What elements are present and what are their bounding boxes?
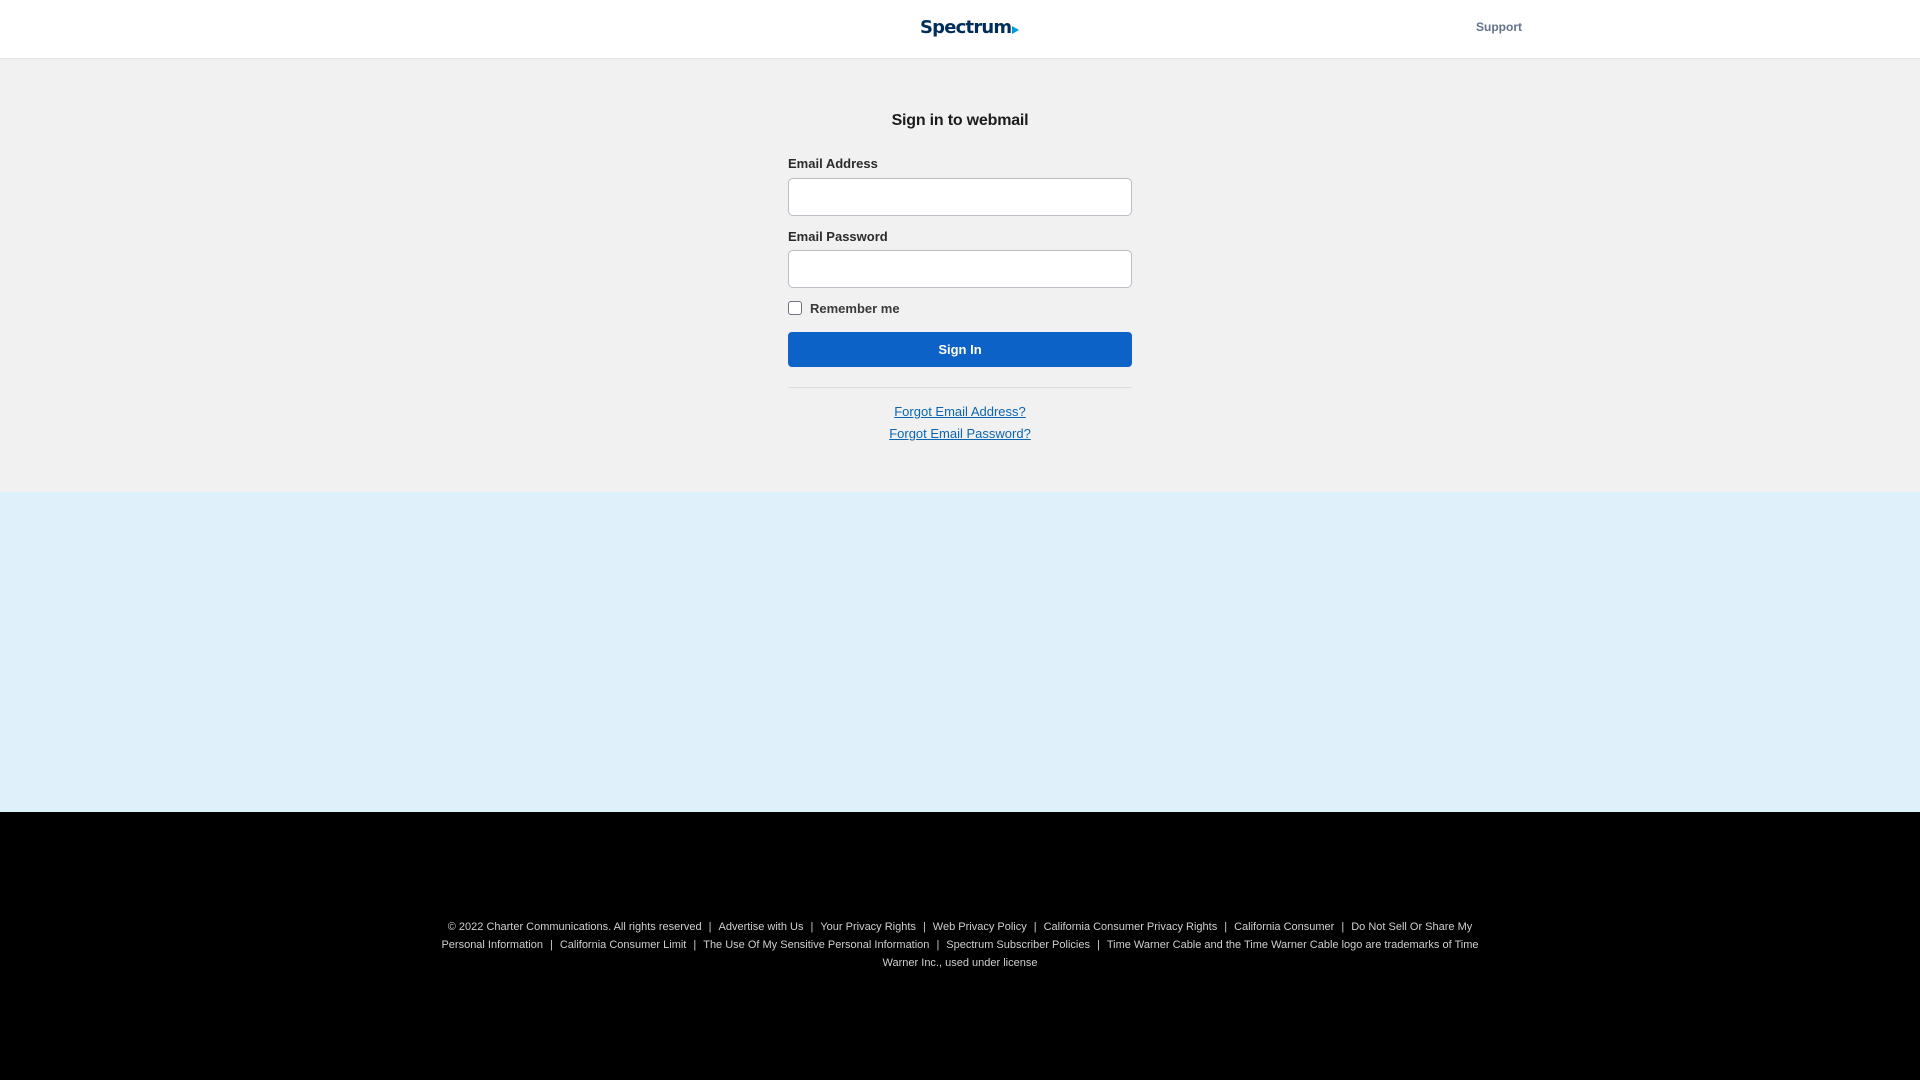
forgot-password-link[interactable]: Forgot Email Password? xyxy=(788,426,1132,441)
copyright-text: © 2022 Charter Communications. All right… xyxy=(447,921,702,933)
footer-legal: © 2022 Charter Communications. All right… xyxy=(428,918,1492,972)
promo-banner xyxy=(0,492,1920,812)
site-header: Spectrum Support xyxy=(0,0,1920,59)
separator: | xyxy=(1033,921,1037,933)
footer-link-sensitive-info[interactable]: The Use Of My Sensitive Personal Informa… xyxy=(703,939,929,951)
remember-me-row: Remember me xyxy=(788,299,900,317)
footer-link-advertise[interactable]: Advertise with Us xyxy=(719,921,804,933)
spectrum-logo[interactable]: Spectrum xyxy=(920,15,1020,39)
separator: | xyxy=(810,921,814,933)
password-label: Email Password xyxy=(788,229,888,244)
footer-link-subscriber-policies[interactable]: Spectrum Subscriber Policies xyxy=(946,939,1090,951)
remember-me-checkbox[interactable] xyxy=(788,301,802,315)
footer-link-ca-privacy-rights[interactable]: California Consumer Privacy Rights xyxy=(1044,921,1218,933)
separator: | xyxy=(708,921,712,933)
sign-in-button[interactable]: Sign In xyxy=(788,332,1132,367)
footer-link-web-privacy[interactable]: Web Privacy Policy xyxy=(933,921,1027,933)
separator: | xyxy=(1224,921,1228,933)
divider xyxy=(788,387,1132,388)
separator: | xyxy=(922,921,926,933)
email-input[interactable] xyxy=(788,178,1132,216)
footer-link-privacy-rights[interactable]: Your Privacy Rights xyxy=(820,921,916,933)
footer-link-ca-consumer[interactable]: California Consumer xyxy=(1234,921,1334,933)
forgot-email-link[interactable]: Forgot Email Address? xyxy=(788,404,1132,419)
separator: | xyxy=(1341,921,1345,933)
separator: | xyxy=(1096,939,1100,951)
page-title: Sign in to webmail xyxy=(891,112,1029,129)
footer-link-ca-consumer-limit[interactable]: California Consumer Limit xyxy=(560,939,687,951)
password-input[interactable] xyxy=(788,250,1132,288)
site-footer: © 2022 Charter Communications. All right… xyxy=(0,812,1920,1080)
logo-arrow-icon xyxy=(1012,25,1020,34)
email-label: Email Address xyxy=(788,156,878,171)
login-section: Sign in to webmail Email Address Email P… xyxy=(0,59,1920,492)
separator: | xyxy=(936,939,940,951)
separator: | xyxy=(549,939,553,951)
support-link[interactable]: Support xyxy=(1476,20,1522,34)
separator: | xyxy=(693,939,697,951)
remember-me-label[interactable]: Remember me xyxy=(810,301,900,316)
logo-text: Spectrum xyxy=(920,16,1012,38)
